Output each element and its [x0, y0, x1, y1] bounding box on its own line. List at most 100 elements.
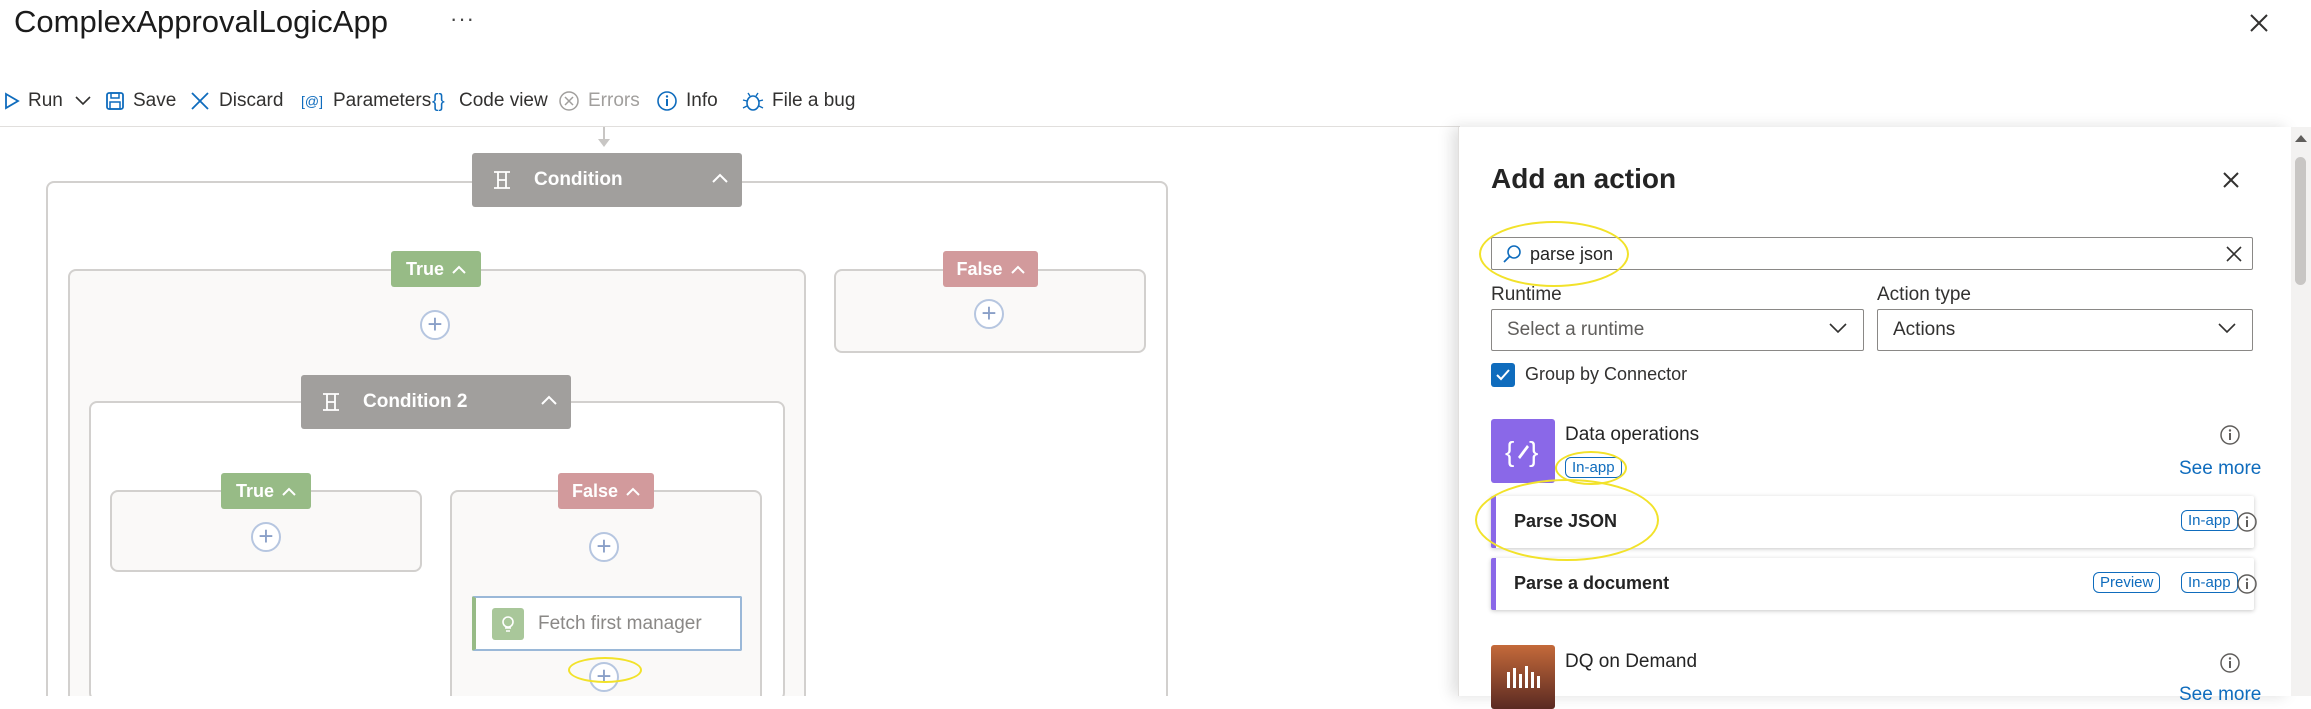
parse-document-action[interactable]: Parse a document Preview In-app	[1491, 558, 2257, 610]
error-circle-icon	[559, 91, 579, 111]
chevron-up-icon	[282, 487, 296, 496]
inner-false-label: False	[571, 480, 619, 501]
discard-button[interactable]: Discard	[189, 86, 283, 116]
condition2-card[interactable]: Condition 2	[301, 375, 571, 429]
code-view-label: Code view	[459, 90, 548, 111]
in-app-badge: In-app	[2181, 572, 2238, 593]
chevron-up-icon[interactable]	[712, 173, 728, 183]
close-panel-icon[interactable]	[2216, 165, 2246, 195]
discard-label: Discard	[219, 90, 284, 111]
info-icon[interactable]	[2236, 573, 2258, 595]
more-options-button[interactable]: ···	[450, 6, 475, 32]
chevron-down-icon	[1829, 323, 1847, 334]
runtime-label: Runtime	[1491, 284, 1562, 305]
bug-icon	[742, 92, 764, 111]
connector-name[interactable]: DQ on Demand	[1565, 651, 1697, 673]
parameters-icon: [@]	[301, 93, 323, 109]
condition-icon	[494, 171, 510, 189]
bars-icon	[1491, 645, 1555, 709]
svg-text:{: {	[1505, 436, 1514, 467]
parameters-button[interactable]: [@] Parameters	[301, 86, 431, 116]
false-branch-pill[interactable]: False	[943, 251, 1038, 287]
chevron-up-icon	[452, 265, 466, 274]
chevron-up-icon	[1010, 265, 1025, 274]
condition-card[interactable]: Condition	[472, 153, 742, 207]
inner-true-pill[interactable]: True	[221, 473, 311, 509]
save-icon	[106, 92, 124, 110]
chevron-up-icon	[626, 487, 640, 496]
add-step-button[interactable]: +	[420, 310, 450, 340]
inner-false-pill[interactable]: False	[558, 473, 654, 509]
panel-title: Add an action	[1491, 163, 1677, 194]
close-window-icon[interactable]	[2244, 8, 2274, 38]
see-more-link[interactable]: See more	[2179, 458, 2261, 480]
play-icon	[5, 92, 20, 110]
action-type-dropdown[interactable]: Actions	[1877, 309, 2253, 351]
search-icon	[1503, 245, 1521, 263]
checkmark-icon	[1496, 369, 1510, 381]
action-label: Parse JSON	[1514, 511, 1618, 531]
action-type-label: Action type	[1877, 284, 1971, 305]
false-label: False	[956, 258, 1003, 279]
connector-name[interactable]: Data operations	[1565, 424, 1699, 446]
see-more-link[interactable]: See more	[2179, 684, 2261, 706]
svg-text:[@]: [@]	[301, 93, 323, 109]
fetch-action-label: Fetch first manager	[538, 612, 702, 634]
action-type-value: Actions	[1893, 319, 1956, 340]
true-label: True	[405, 258, 444, 279]
errors-button[interactable]: Errors	[558, 86, 640, 116]
info-icon[interactable]	[2219, 652, 2241, 674]
add-step-button[interactable]: +	[589, 532, 619, 562]
add-step-button[interactable]: +	[589, 662, 619, 692]
group-by-connector-checkbox[interactable]	[1491, 363, 1515, 387]
condition-icon	[323, 393, 339, 411]
svg-text:}: }	[1529, 436, 1538, 467]
svg-text:{}: {}	[432, 91, 445, 112]
chevron-down-icon[interactable]	[75, 96, 91, 106]
code-view-button[interactable]: {} Code view	[431, 86, 548, 116]
inner-true-label: True	[235, 480, 274, 501]
designer-canvas[interactable]: Condition True False + + Condition 2 Tru…	[0, 127, 1458, 696]
parse-json-action[interactable]: Parse JSON In-app	[1491, 496, 2257, 548]
app-title: ComplexApprovalLogicApp	[14, 4, 388, 39]
add-action-panel: Add an action Runtime Select a runtime A…	[1458, 127, 2291, 709]
scroll-up-icon[interactable]	[2294, 133, 2308, 143]
save-button[interactable]: Save	[105, 86, 176, 116]
runtime-dropdown[interactable]: Select a runtime	[1491, 309, 1864, 351]
file-bug-button[interactable]: File a bug	[742, 86, 855, 116]
add-step-button[interactable]: +	[251, 522, 281, 552]
condition2-label: Condition 2	[363, 391, 468, 412]
panel-scrollbar[interactable]	[2291, 127, 2311, 696]
in-app-badge: In-app	[2181, 510, 2238, 531]
clear-search-icon[interactable]	[2224, 244, 2244, 264]
chevron-down-icon	[2218, 323, 2236, 334]
info-icon	[657, 91, 677, 111]
group-by-connector-label: Group by Connector	[1525, 364, 1688, 384]
braces-pencil-icon: {}	[1491, 419, 1555, 483]
runtime-value: Select a runtime	[1507, 319, 1645, 340]
run-button[interactable]: Run	[4, 86, 99, 116]
parameters-label: Parameters	[333, 90, 432, 111]
errors-label: Errors	[588, 90, 640, 111]
search-box	[1491, 237, 2253, 270]
info-label: Info	[686, 90, 718, 111]
run-label: Run	[28, 90, 63, 111]
save-label: Save	[133, 90, 177, 111]
in-app-badge: In-app	[1565, 457, 1622, 478]
preview-badge: Preview	[2093, 572, 2161, 593]
action-icon	[492, 607, 524, 640]
info-icon[interactable]	[2236, 511, 2258, 533]
info-button[interactable]: Info	[656, 86, 718, 116]
braces-icon: {}	[432, 91, 445, 112]
scrollbar-thumb[interactable]	[2295, 157, 2306, 285]
fetch-first-manager-action[interactable]: Fetch first manager	[472, 596, 742, 651]
chevron-up-icon[interactable]	[541, 395, 557, 405]
action-label: Parse a document	[1514, 573, 1670, 593]
add-step-button[interactable]: +	[974, 299, 1004, 329]
discard-icon	[191, 92, 209, 110]
condition-label: Condition	[534, 169, 623, 190]
info-icon[interactable]	[2219, 424, 2241, 446]
search-input[interactable]	[1530, 242, 2210, 266]
file-bug-label: File a bug	[772, 90, 856, 111]
true-branch-pill[interactable]: True	[391, 251, 481, 287]
